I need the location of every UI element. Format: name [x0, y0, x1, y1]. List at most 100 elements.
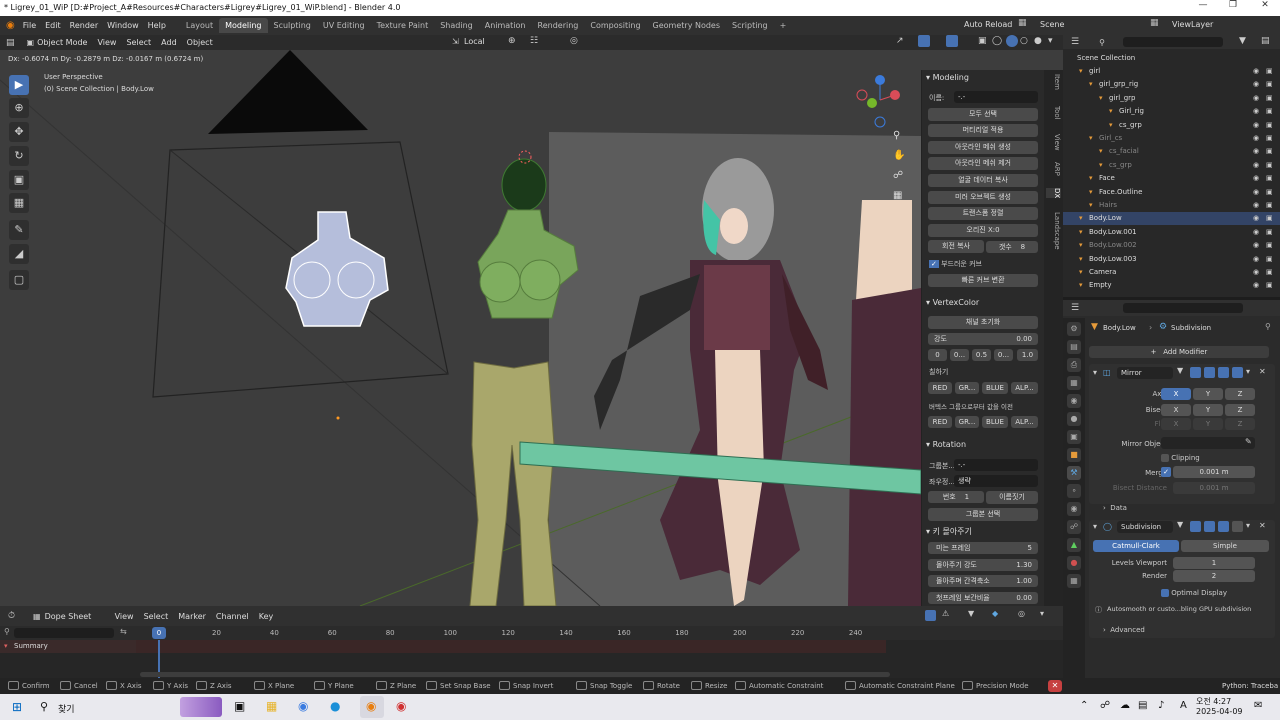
tab-compositing[interactable]: Compositing — [584, 18, 646, 33]
value-3-button[interactable]: 0... — [994, 349, 1013, 361]
list-item[interactable]: ▾ Empty ◉ ▣ — [1063, 279, 1280, 292]
fill-alpha-button[interactable]: ALP... — [1011, 382, 1038, 394]
tab-layout[interactable]: Layout — [180, 18, 219, 33]
strength-slider[interactable]: 강도 0.00 — [928, 333, 1038, 345]
notification-icon[interactable]: ✉ — [1254, 700, 1262, 711]
visibility-eye-icon[interactable]: ◉ — [1253, 107, 1259, 115]
quick-curve-button[interactable]: 빠른 커브 변환 — [928, 274, 1038, 287]
render-toggle-icon[interactable]: ▣ — [1266, 107, 1273, 115]
fill-red-button[interactable]: RED — [928, 382, 952, 394]
tab-geometry-nodes[interactable]: Geometry Nodes — [647, 18, 726, 33]
mirror-viewport-toggle[interactable] — [1218, 367, 1229, 378]
visibility-eye-icon[interactable]: ◉ — [1253, 174, 1259, 182]
minimize-icon[interactable]: — — [1188, 0, 1218, 16]
push-frame-field[interactable]: 미는 프레임 5 — [928, 542, 1038, 554]
render-levels-field[interactable]: 2 — [1173, 570, 1255, 582]
flip-x-toggle[interactable]: X — [1161, 418, 1191, 430]
add-cube-tool-icon[interactable]: ▢ — [9, 270, 29, 290]
render-toggle-icon[interactable]: ▣ — [1266, 174, 1273, 182]
rotation-panel-title[interactable]: ▾ Rotation — [926, 440, 966, 449]
merge-checkbox[interactable]: ✓ — [1161, 467, 1171, 477]
particles-tab-icon[interactable]: ∘ — [1067, 484, 1081, 498]
mirror-object-field[interactable] — [1161, 437, 1255, 449]
render-toggle-icon[interactable]: ▣ — [1266, 147, 1273, 155]
view-layer-selector[interactable]: ViewLayer — [1172, 20, 1213, 29]
mirror-editmode-toggle[interactable] — [1204, 367, 1215, 378]
render-toggle-icon[interactable]: ▣ — [1266, 188, 1273, 196]
recorder-taskbar-icon[interactable]: ◉ — [396, 699, 406, 713]
list-item[interactable]: ▾ girl_grp ◉ ▣ — [1063, 92, 1280, 105]
tab-animation[interactable]: Animation — [479, 18, 532, 33]
render-toggle-icon[interactable]: ▣ — [1266, 80, 1273, 88]
list-item[interactable]: ▾ Face ◉ ▣ — [1063, 172, 1280, 185]
view-layer-tab-icon[interactable]: ▦ — [1067, 376, 1081, 390]
copy-blue-button[interactable]: BLUE — [982, 416, 1008, 428]
subdivision-edit-mode-icon[interactable]: ▼ — [1177, 520, 1183, 529]
visibility-eye-icon[interactable]: ◉ — [1253, 188, 1259, 196]
visibility-eye-icon[interactable]: ◉ — [1253, 281, 1259, 289]
menu-add[interactable]: Add — [161, 38, 177, 47]
visibility-eye-icon[interactable]: ◉ — [1253, 201, 1259, 209]
shading-options-icon[interactable]: ▾ — [1048, 36, 1053, 46]
visibility-eye-icon[interactable]: ◉ — [1253, 268, 1259, 276]
catmull-clark-toggle[interactable]: Catmull-Clark — [1093, 540, 1179, 552]
select-all-button[interactable]: 모두 선택 — [928, 108, 1038, 121]
mode-selector[interactable]: Object Mode — [37, 38, 87, 47]
tab-dx[interactable]: DX — [1046, 188, 1061, 199]
list-item[interactable]: ▾ Body.Low ◉ ▣ — [1063, 212, 1280, 226]
render-toggle-icon[interactable]: ▣ — [1266, 134, 1273, 142]
perspective-toggle-icon[interactable]: ▦ — [893, 190, 902, 201]
keyframe-panel-title[interactable]: ▾ 키 몰아주기 — [926, 526, 972, 537]
align-transform-button[interactable]: 트랜스폼 정렬 — [928, 207, 1038, 220]
dopesheet-body[interactable]: ▾ Summary — [0, 640, 1063, 678]
blender-logo-icon[interactable]: ◉ — [6, 20, 15, 31]
menu-select[interactable]: Select — [126, 38, 151, 47]
tool-tab-icon[interactable]: ⚙ — [1067, 322, 1081, 336]
name-field[interactable]: -.- — [954, 91, 1038, 103]
snap-icon[interactable]: ☷ — [530, 36, 538, 46]
render-toggle-icon[interactable]: ▣ — [1266, 214, 1273, 222]
only-selected-toggle[interactable] — [925, 610, 936, 621]
list-item[interactable]: ▾ cs_grp ◉ ▣ — [1063, 159, 1280, 172]
mirror-name-field[interactable]: Mirror — [1117, 367, 1173, 379]
select-box-icon[interactable]: ▶ — [9, 75, 29, 95]
render-tab-icon[interactable]: ▤ — [1067, 340, 1081, 354]
tab-modeling[interactable]: Modeling — [219, 18, 268, 33]
wireframe-shading-icon[interactable]: ◯ — [992, 36, 1002, 46]
modeling-panel-title[interactable]: ▾ Modeling — [926, 73, 969, 82]
visibility-eye-icon[interactable]: ◉ — [1253, 228, 1259, 236]
count-field[interactable]: 갯수 8 — [986, 241, 1038, 253]
windows-start-icon[interactable]: ⊞ — [12, 700, 22, 714]
physics-tab-icon[interactable]: ◉ — [1067, 502, 1081, 516]
scene-selector[interactable]: Scene — [1040, 20, 1120, 29]
optimal-display-checkbox[interactable]: Optimal Display — [1161, 589, 1227, 597]
editor-type-icon[interactable]: ▤ — [6, 38, 15, 48]
dopesheet-menu-channel[interactable]: Channel — [216, 612, 249, 621]
axis-y-toggle[interactable]: Y — [1193, 388, 1223, 400]
pin-icon[interactable]: ⚲ — [1265, 322, 1271, 331]
mirror-render-toggle[interactable] — [1232, 367, 1243, 378]
left-right-dropdown[interactable]: 생략 — [954, 475, 1038, 487]
properties-editor-icon[interactable]: ☰ — [1071, 303, 1079, 313]
show-gizmo-toggle[interactable] — [918, 35, 930, 47]
zoom-icon[interactable]: ⚲ — [893, 130, 900, 141]
levels-viewport-field[interactable]: 1 — [1173, 557, 1255, 569]
tab-arp[interactable]: ARP — [1046, 162, 1061, 176]
gizmo-icon[interactable]: ↗ — [896, 36, 904, 46]
list-item[interactable]: ▾ Camera ◉ ▣ — [1063, 266, 1280, 279]
task-view-icon[interactable]: ▣ — [234, 699, 245, 713]
error-icon[interactable]: ✕ — [1048, 680, 1062, 692]
apply-material-button[interactable]: 머티리얼 적용 — [928, 124, 1038, 137]
maximize-icon[interactable]: ❐ — [1218, 0, 1248, 16]
render-toggle-icon[interactable]: ▣ — [1266, 228, 1273, 236]
bisect-z-toggle[interactable]: Z — [1225, 404, 1255, 416]
copy-green-button[interactable]: GR... — [955, 416, 979, 428]
proportional-icon[interactable]: ◎ — [1018, 609, 1025, 618]
list-item[interactable]: ▾ Girl_cs ◉ ▣ — [1063, 132, 1280, 145]
dopesheet-menu-view[interactable]: View — [115, 612, 134, 621]
outliner-search-input[interactable] — [1123, 37, 1223, 47]
close-icon[interactable]: ✕ — [1250, 0, 1280, 16]
visibility-eye-icon[interactable]: ◉ — [1253, 161, 1259, 169]
dopesheet-menu-marker[interactable]: Marker — [178, 612, 206, 621]
dopesheet-search-input[interactable] — [14, 628, 114, 638]
